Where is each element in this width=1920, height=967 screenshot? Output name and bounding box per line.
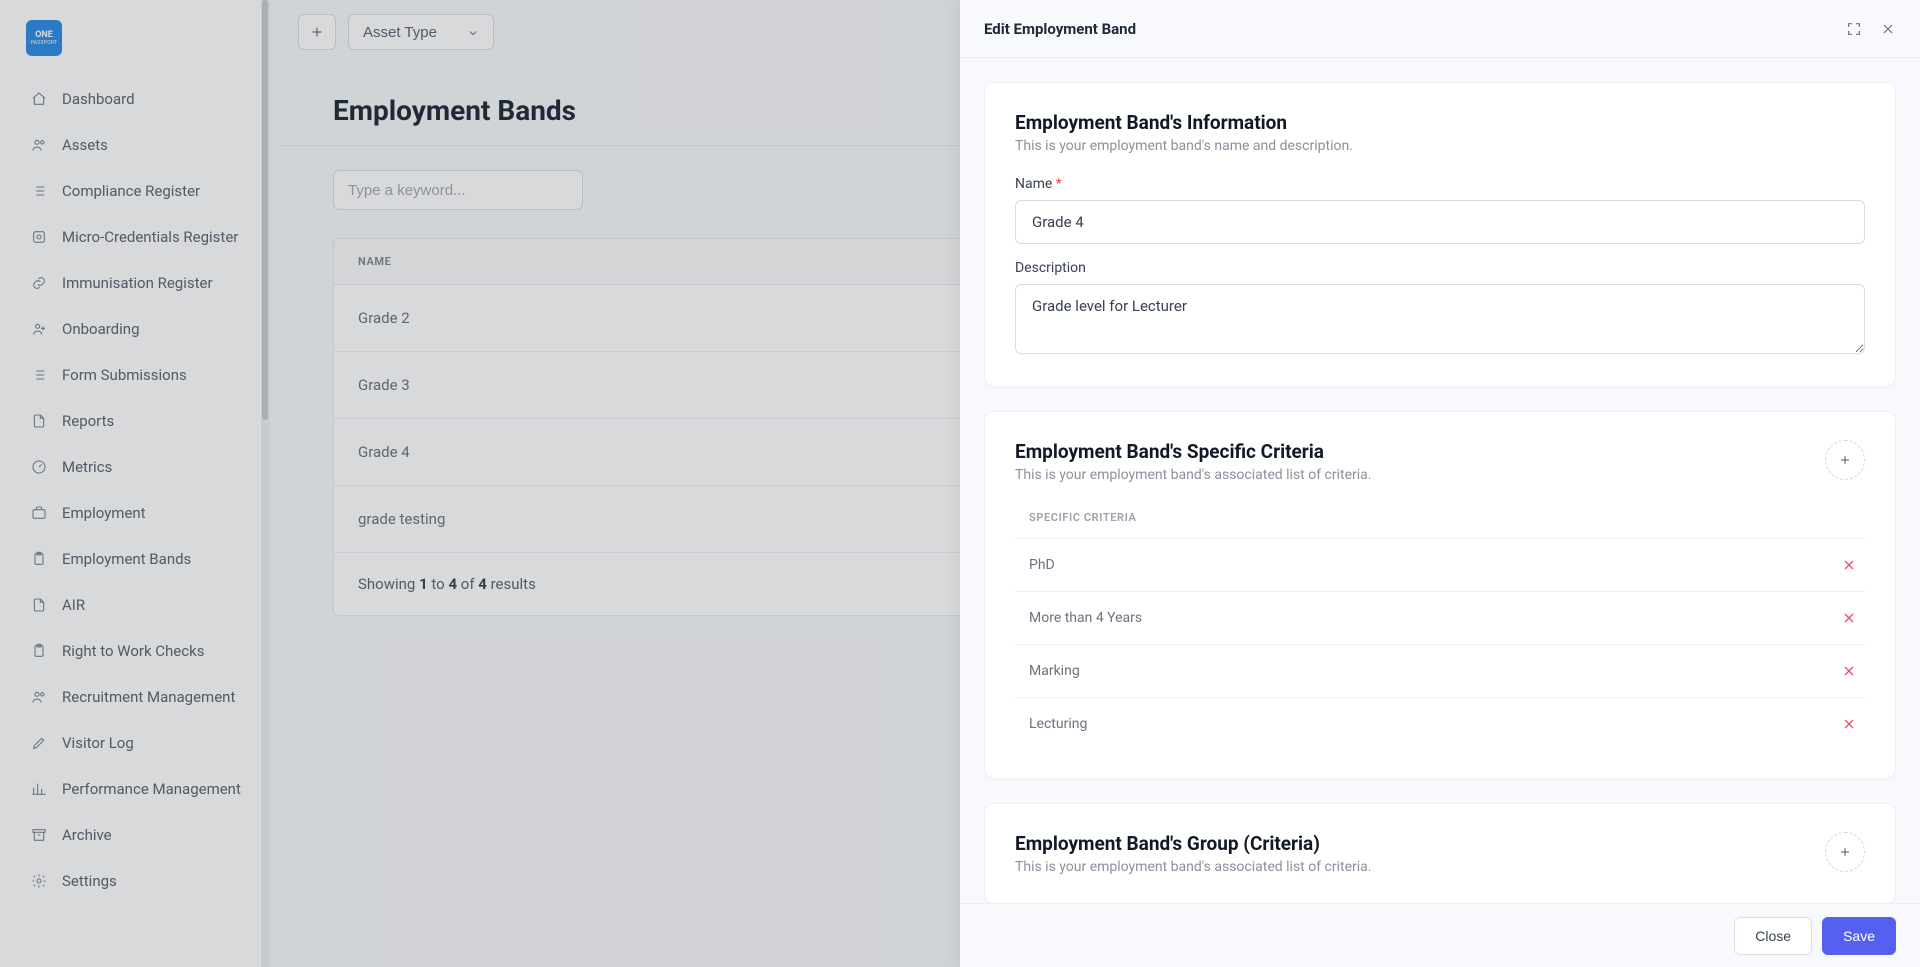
name-label: Name * — [1015, 176, 1865, 192]
save-button[interactable]: Save — [1822, 917, 1896, 955]
criteria-list-header: SPECIFIC CRITERIA — [1015, 497, 1865, 539]
group-heading: Employment Band's Group (Criteria) — [1015, 832, 1372, 855]
criteria-subtext: This is your employment band's associate… — [1015, 467, 1372, 483]
info-heading: Employment Band's Information — [1015, 111, 1865, 134]
criteria-row: PhD — [1015, 539, 1865, 592]
drawer-header: Edit Employment Band — [960, 0, 1920, 58]
delete-criteria-icon[interactable] — [1841, 610, 1857, 626]
criteria-heading: Employment Band's Specific Criteria — [1015, 440, 1372, 463]
add-group-button[interactable] — [1825, 832, 1865, 872]
criteria-label: Marking — [1029, 663, 1080, 679]
add-criteria-button[interactable] — [1825, 440, 1865, 480]
criteria-row: Lecturing — [1015, 698, 1865, 750]
required-asterisk: * — [1056, 176, 1062, 192]
info-subtext: This is your employment band's name and … — [1015, 138, 1865, 154]
drawer-header-actions — [1846, 21, 1896, 37]
info-card: Employment Band's Information This is yo… — [984, 82, 1896, 387]
criteria-label: More than 4 Years — [1029, 610, 1142, 626]
expand-icon[interactable] — [1846, 21, 1862, 37]
close-button[interactable]: Close — [1734, 917, 1812, 955]
close-icon[interactable] — [1880, 21, 1896, 37]
group-card: Employment Band's Group (Criteria) This … — [984, 803, 1896, 903]
criteria-row: Marking — [1015, 645, 1865, 698]
criteria-label: PhD — [1029, 557, 1055, 573]
criteria-label: Lecturing — [1029, 716, 1087, 732]
drawer-body[interactable]: Employment Band's Information This is yo… — [960, 58, 1920, 903]
name-field[interactable] — [1015, 200, 1865, 244]
description-field[interactable] — [1015, 284, 1865, 354]
criteria-card: Employment Band's Specific Criteria This… — [984, 411, 1896, 779]
group-subtext: This is your employment band's associate… — [1015, 859, 1372, 875]
drawer-title: Edit Employment Band — [984, 20, 1136, 38]
delete-criteria-icon[interactable] — [1841, 557, 1857, 573]
description-label: Description — [1015, 260, 1865, 276]
delete-criteria-icon[interactable] — [1841, 716, 1857, 732]
drawer-footer: Close Save — [960, 903, 1920, 967]
edit-drawer: Edit Employment Band Employment Band's I… — [960, 0, 1920, 967]
delete-criteria-icon[interactable] — [1841, 663, 1857, 679]
criteria-row: More than 4 Years — [1015, 592, 1865, 645]
